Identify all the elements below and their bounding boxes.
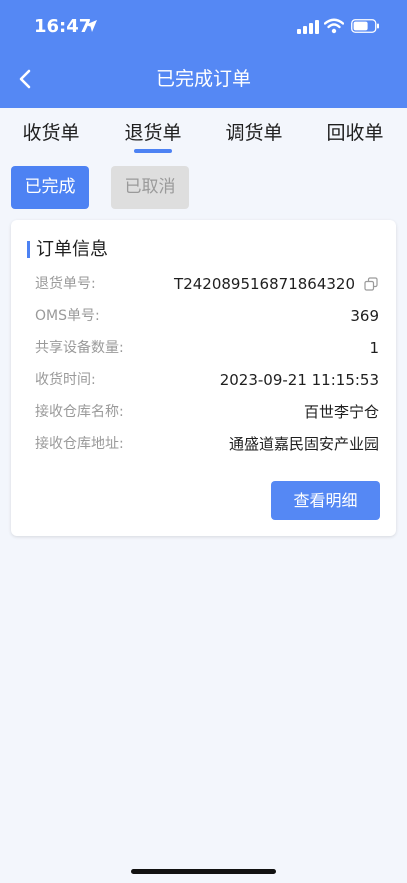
location-arrow-icon [85,20,97,32]
copy-icon[interactable] [364,277,378,291]
page-title: 已完成订单 [155,68,251,90]
battery-icon [351,19,379,33]
field-label: 共享设备数量: [35,340,124,356]
field-value: 2023-09-21 11:15:53 [219,371,379,389]
view-details-button[interactable]: 查看明细 [271,481,380,520]
field-label: 退货单号: [35,276,96,292]
field-oms-number: OMS单号: 369 [11,304,396,328]
app-header: 16:47 已完成订单 [0,0,407,108]
filter-completed-button[interactable]: 已完成 [11,166,89,209]
field-label: OMS单号: [35,308,100,324]
tab-recycle[interactable]: 回收单 [317,120,393,146]
field-value: T242089516871864320 [174,275,355,293]
field-label: 接收仓库名称: [35,404,124,420]
signal-icon [297,20,319,34]
field-warehouse-address: 接收仓库地址: 通盛道嘉民固安产业园 [11,432,396,456]
card-title: 订单信息 [36,239,108,260]
home-indicator [131,869,276,874]
field-label: 接收仓库地址: [35,436,124,452]
field-value: 1 [369,339,379,357]
tab-return[interactable]: 退货单 [115,120,191,146]
active-tab-indicator [134,149,172,153]
order-info-card: 订单信息 退货单号: T242089516871864320 OMS单号: 36… [11,220,396,536]
card-title-accent-bar [27,241,30,258]
field-return-number: 退货单号: T242089516871864320 [11,272,396,296]
tab-receipt[interactable]: 收货单 [13,120,89,146]
field-value: 百世李宁仓 [303,403,379,421]
wifi-icon [324,18,344,34]
field-label: 收货时间: [35,372,96,388]
field-value: 通盛道嘉民固安产业园 [228,435,379,453]
field-warehouse-name: 接收仓库名称: 百世李宁仓 [11,400,396,424]
field-device-count: 共享设备数量: 1 [11,336,396,360]
status-time: 16:47 [34,16,92,37]
filter-cancelled-button[interactable]: 已取消 [111,166,189,209]
order-type-tabs: 收货单 退货单 调货单 回收单 [0,108,407,158]
field-value: 369 [350,307,379,325]
tab-transfer[interactable]: 调货单 [216,120,292,146]
field-receive-time: 收货时间: 2023-09-21 11:15:53 [11,368,396,392]
